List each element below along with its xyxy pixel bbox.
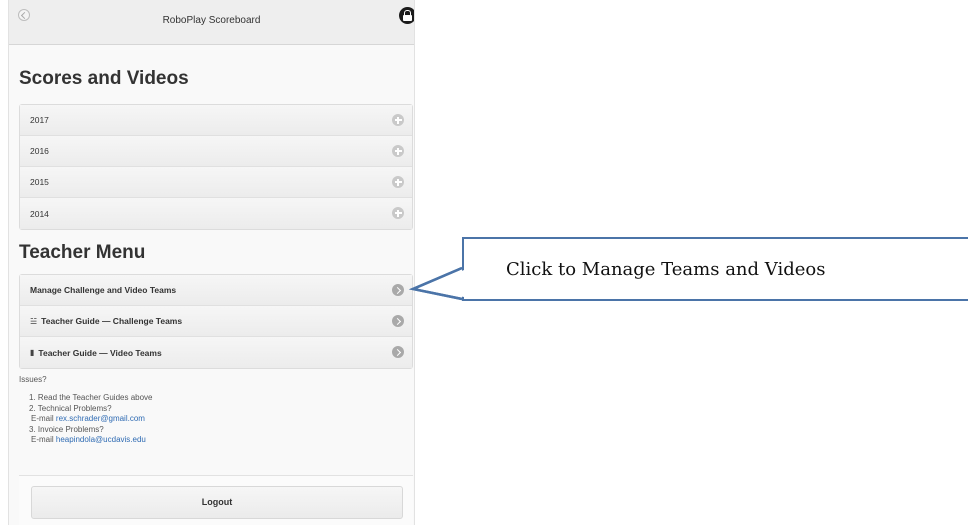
issue-item-3: 3. Invoice Problems? — [29, 424, 104, 434]
scores-heading: Scores and Videos — [19, 68, 189, 89]
plus-circle-icon — [392, 114, 404, 126]
teacher-guide-challenge-item[interactable]: ☱ Teacher Guide — Challenge Teams — [20, 306, 412, 337]
year-label: 2016 — [30, 146, 49, 156]
app-panel: RoboPlay Scoreboard Scores and Videos 20… — [8, 0, 415, 525]
issue-item-1: 1. Read the Teacher Guides above — [29, 393, 153, 403]
chevron-right-icon — [392, 284, 404, 296]
lock-icon[interactable] — [399, 7, 414, 24]
chevron-right-icon — [392, 346, 404, 358]
logout-button[interactable]: Logout — [31, 486, 403, 519]
year-item-2016[interactable]: 2016 — [20, 136, 412, 167]
app-title: RoboPlay Scoreboard — [162, 15, 261, 26]
year-label: 2015 — [30, 177, 49, 187]
plus-circle-icon — [392, 145, 404, 157]
manage-teams-item[interactable]: Manage Challenge and Video Teams — [20, 275, 412, 306]
issue-item-2-email: E-mail rex.schrader@gmail.com — [31, 414, 145, 424]
issues-heading: Issues? — [19, 375, 47, 384]
year-item-2017[interactable]: 2017 — [20, 105, 412, 136]
invoice-email-link[interactable]: heapindola@ucdavis.edu — [56, 435, 146, 444]
teacher-guide-video-item[interactable]: ▮ Teacher Guide — Video Teams — [20, 337, 412, 368]
menu-item-label: Teacher Guide — Video Teams — [38, 347, 162, 358]
logout-footer: Logout — [19, 475, 413, 525]
issue-item-3-email: E-mail heapindola@ucdavis.edu — [31, 434, 146, 444]
teacher-menu-heading: Teacher Menu — [19, 242, 146, 263]
video-camera-icon: ▮ — [30, 348, 35, 357]
teacher-menu-list: Manage Challenge and Video Teams ☱ Teach… — [19, 274, 413, 369]
menu-item-label: Manage Challenge and Video Teams — [30, 285, 177, 295]
year-label: 2017 — [30, 115, 49, 125]
menu-item-label: Teacher Guide — Challenge Teams — [41, 316, 183, 326]
year-item-2014[interactable]: 2014 — [20, 198, 412, 229]
plus-circle-icon — [392, 176, 404, 188]
callout-box: Click to Manage Teams and Videos — [462, 237, 968, 301]
chevron-right-icon — [392, 315, 404, 327]
issues-section: Issues? 1. Read the Teacher Guides above… — [19, 375, 153, 445]
scores-year-list: 2017 2016 2015 2014 — [19, 104, 413, 230]
plus-circle-icon — [392, 207, 404, 219]
group-icon: ☱ — [30, 316, 38, 326]
year-item-2015[interactable]: 2015 — [20, 167, 412, 198]
callout-text: Click to Manage Teams and Videos — [506, 259, 826, 280]
year-label: 2014 — [30, 208, 49, 219]
header-bar: RoboPlay Scoreboard — [9, 0, 414, 45]
issue-item-2: 2. Technical Problems? — [29, 403, 112, 413]
technical-email-link[interactable]: rex.schrader@gmail.com — [56, 414, 145, 423]
